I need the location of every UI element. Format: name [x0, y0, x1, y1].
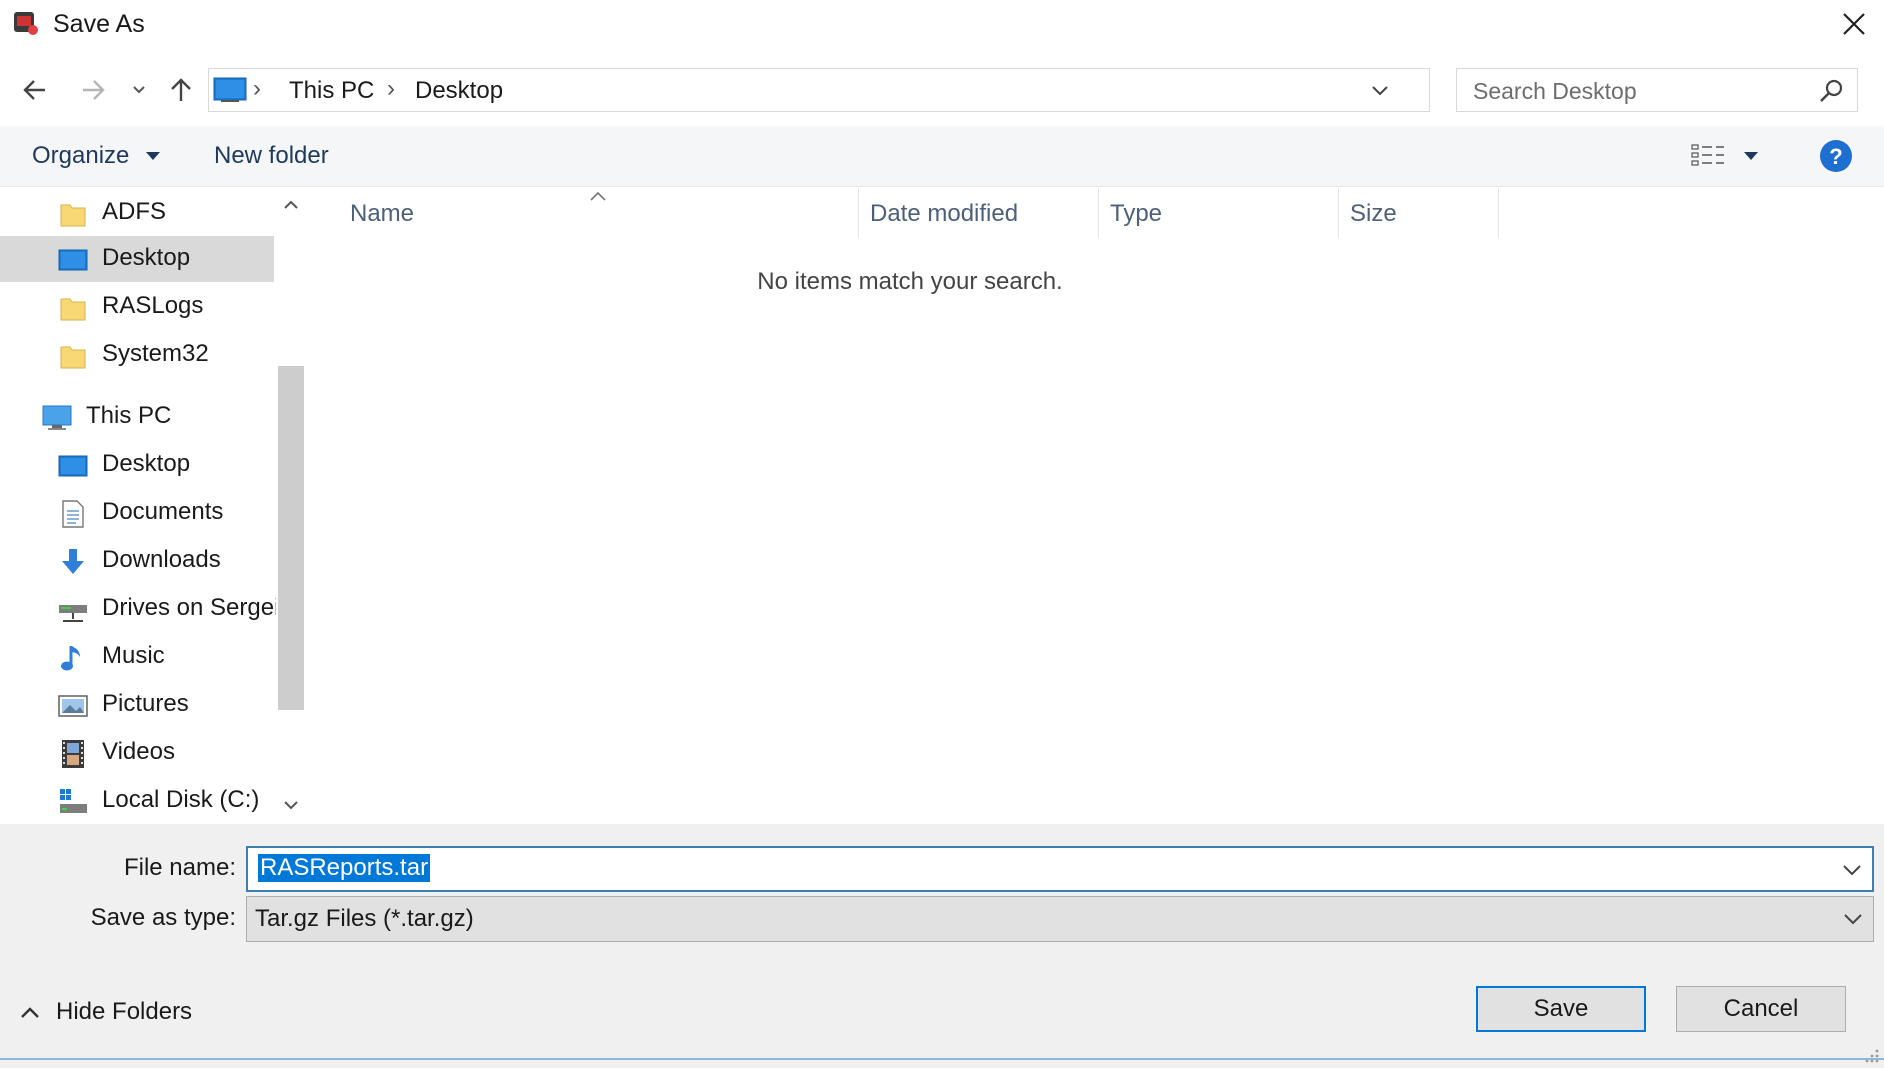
file-name-label: File name:: [123, 854, 236, 881]
column-header-size[interactable]: Size: [1338, 188, 1499, 238]
file-name-field[interactable]: RASReports.tar: [246, 846, 1874, 892]
window-title: Save As: [53, 10, 145, 38]
column-header-name[interactable]: Name: [310, 188, 859, 238]
caret-down-icon: [1744, 152, 1758, 160]
nav-item-documents[interactable]: Documents: [0, 490, 274, 536]
command-toolbar: Organize New folder ?: [0, 126, 1884, 187]
column-header-date-modified[interactable]: Date modified: [858, 188, 1099, 238]
up-button[interactable]: [162, 72, 200, 108]
window-border: [0, 1058, 1884, 1060]
file-list[interactable]: Name Date modified Type Size No items ma…: [310, 188, 1884, 824]
local-disk-icon: [60, 789, 87, 813]
downloads-icon: [62, 549, 84, 574]
close-icon: [1843, 13, 1865, 35]
arrow-right-icon: [83, 80, 105, 100]
folder-icon: [60, 298, 86, 321]
close-button[interactable]: [1830, 4, 1878, 44]
save-as-type-label: Save as type:: [90, 904, 236, 931]
chevron-down-icon: [133, 86, 145, 94]
svg-text:?: ?: [1829, 144, 1842, 169]
save-form: File name: RASReports.tar Save as type: …: [0, 824, 1884, 1068]
nav-item-system32[interactable]: System32: [0, 332, 274, 378]
nav-item-downloads[interactable]: Downloads: [0, 538, 274, 584]
nav-item-desktop-quick[interactable]: Desktop: [0, 236, 274, 282]
scroll-down-button[interactable]: [276, 790, 306, 820]
desktop-icon: [58, 249, 88, 271]
cancel-button[interactable]: Cancel: [1676, 986, 1846, 1032]
nav-item-desktop[interactable]: Desktop: [0, 442, 274, 488]
hide-folders-label: Hide Folders: [56, 998, 193, 1025]
address-bar[interactable]: › This PC › Desktop: [208, 68, 1631, 112]
empty-state-message: No items match your search.: [757, 268, 1063, 295]
nav-item-adfs[interactable]: ADFS: [0, 190, 274, 236]
breadcrumb-desktop[interactable]: Desktop: [415, 77, 503, 105]
this-pc-icon: [213, 77, 247, 102]
new-folder-button[interactable]: New folder: [214, 142, 329, 170]
back-button[interactable]: [16, 72, 54, 108]
arrow-left-icon: [23, 80, 45, 100]
sort-ascending-icon: [590, 191, 606, 201]
address-history-button[interactable]: [1361, 69, 1399, 111]
navigation-pane: ADFS Desktop RASLogs System32 This PC De…: [0, 188, 308, 824]
help-icon: ?: [1820, 140, 1852, 172]
breadcrumb-separator[interactable]: ›: [387, 75, 395, 103]
forward-button[interactable]: [74, 72, 112, 108]
folder-icon: [60, 204, 86, 227]
chevron-down-icon: [284, 801, 298, 810]
help-button[interactable]: ?: [1818, 138, 1854, 174]
column-header-type[interactable]: Type: [1098, 188, 1339, 238]
navigation-pane-scrollbar[interactable]: [276, 188, 306, 824]
recent-locations-button[interactable]: [124, 72, 154, 108]
nav-item-raslogs[interactable]: RASLogs: [0, 284, 274, 330]
videos-icon: [62, 740, 84, 768]
this-pc-icon: [42, 405, 72, 430]
app-icon: [14, 12, 38, 35]
chevron-down-icon[interactable]: [1838, 856, 1866, 884]
network-drive-icon: [59, 605, 87, 622]
nav-item-drives-on-sergei[interactable]: Drives on Sergei': [0, 586, 284, 632]
nav-item-local-disk-c[interactable]: Local Disk (C:): [0, 778, 274, 824]
scrollbar-thumb[interactable]: [278, 366, 304, 710]
nav-item-music[interactable]: Music: [0, 634, 274, 680]
chevron-down-icon: [1372, 86, 1388, 96]
details-view-icon: [1691, 144, 1724, 166]
organize-label: Organize: [32, 142, 130, 169]
nav-item-this-pc[interactable]: This PC: [0, 394, 274, 440]
nav-item-pictures[interactable]: Pictures: [0, 682, 274, 728]
pictures-icon: [58, 695, 88, 717]
chevron-down-icon: [1844, 914, 1862, 925]
breadcrumb-this-pc[interactable]: This PC: [289, 77, 374, 105]
change-view-button[interactable]: [1690, 138, 1780, 174]
desktop-icon: [58, 455, 88, 477]
caret-down-icon: [146, 152, 161, 160]
save-button[interactable]: Save: [1476, 986, 1646, 1032]
nav-item-videos[interactable]: Videos: [0, 730, 274, 776]
new-folder-label: New folder: [214, 142, 329, 169]
title-bar: Save As: [0, 0, 1884, 50]
search-input[interactable]: [1471, 75, 1805, 107]
folder-icon: [60, 346, 86, 369]
search-icon: [1820, 79, 1843, 102]
documents-icon: [62, 500, 84, 528]
resize-grip-icon[interactable]: [1862, 1046, 1880, 1064]
search-box[interactable]: [1456, 68, 1858, 112]
scroll-up-button[interactable]: [276, 190, 306, 220]
save-as-type-dropdown[interactable]: Tar.gz Files (*.tar.gz): [246, 896, 1874, 942]
save-as-type-value: Tar.gz Files (*.tar.gz): [255, 905, 474, 932]
chevron-up-icon: [21, 1007, 39, 1018]
organize-button[interactable]: Organize: [32, 142, 162, 170]
chevron-up-icon: [284, 200, 298, 209]
navigation-bar: › This PC › Desktop: [0, 60, 1884, 120]
file-name-value[interactable]: RASReports.tar: [258, 854, 431, 882]
breadcrumb-separator[interactable]: ›: [253, 75, 261, 103]
save-as-dialog: Save As › This PC › Desktop Search Deskt…: [0, 0, 1884, 1068]
music-icon: [61, 646, 80, 671]
arrow-up-icon: [171, 78, 191, 101]
